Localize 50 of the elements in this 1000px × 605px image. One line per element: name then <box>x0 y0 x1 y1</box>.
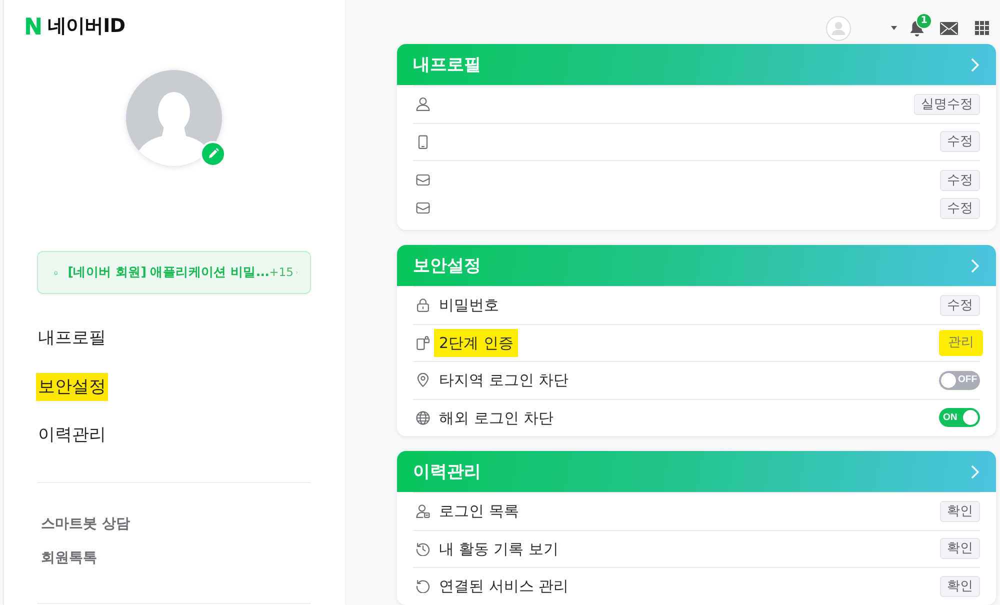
mail-icon <box>416 201 430 215</box>
card-title: 내프로필 <box>413 54 481 76</box>
chevron-right-icon <box>971 258 979 272</box>
action-button[interactable]: 관리 <box>939 330 983 356</box>
pencil-icon <box>200 141 226 167</box>
row-label: 내 활동 기록 보기 <box>438 538 560 560</box>
user-icon <box>416 97 430 112</box>
sidebar-menu-item[interactable]: 보안설정 <box>36 372 108 400</box>
map-pin-icon <box>416 373 430 388</box>
phone-lock-icon <box>416 336 430 350</box>
logo-text[interactable]: 네이버ID <box>48 16 125 36</box>
action-button[interactable]: 수정 <box>940 170 980 190</box>
notice-count: +15 <box>269 264 294 281</box>
row-label: 타지역 로그인 차단 <box>438 370 570 392</box>
card-title: 보안설정 <box>413 254 481 276</box>
sidebar-menu-item[interactable]: 내프로필 <box>36 324 108 352</box>
caret-down-icon <box>891 26 897 30</box>
toggle-knob <box>963 410 978 426</box>
globe-icon <box>416 410 430 425</box>
card-title: 이력관리 <box>413 460 481 482</box>
action-button[interactable]: 실명수정 <box>914 94 980 115</box>
apps-grid-icon <box>975 21 989 35</box>
history-icon <box>416 542 430 556</box>
notification-badge: 1 <box>916 12 932 28</box>
mail-icon <box>416 173 430 187</box>
row-label: 비밀번호 <box>438 295 500 316</box>
row-label: 연결된 서비스 관리 <box>438 576 570 598</box>
action-button[interactable]: 수정 <box>940 131 980 152</box>
sidebar-menu-item[interactable]: 이력관리 <box>36 421 108 449</box>
notice-text: [네이버 회원] 애플리케이션 비밀... <box>68 263 270 282</box>
user-device-icon <box>416 504 430 518</box>
refresh-icon <box>416 579 430 594</box>
avatar-icon <box>826 16 851 40</box>
sidebar-link[interactable]: 스마트봇 상담 <box>41 514 130 534</box>
row-label: 2단계 인증 <box>434 328 518 357</box>
action-button[interactable]: 확인 <box>940 500 980 522</box>
mail-icon <box>940 22 958 34</box>
phone-icon <box>416 134 430 149</box>
sidebar-link[interactable]: 회원톡톡 <box>41 548 97 568</box>
toggle-knob <box>941 372 956 388</box>
lock-icon <box>416 298 430 312</box>
chevron-right-icon <box>971 58 979 72</box>
row-label: 로그인 목록 <box>438 501 520 522</box>
action-button[interactable]: 확인 <box>940 576 980 597</box>
avatar-silhouette-icon <box>126 70 222 166</box>
row-label: 해외 로그인 차단 <box>438 408 555 429</box>
action-button[interactable]: 수정 <box>940 198 980 218</box>
action-button[interactable]: 수정 <box>940 294 980 316</box>
chevron-right-icon <box>971 464 979 478</box>
action-button[interactable]: 확인 <box>940 538 980 560</box>
